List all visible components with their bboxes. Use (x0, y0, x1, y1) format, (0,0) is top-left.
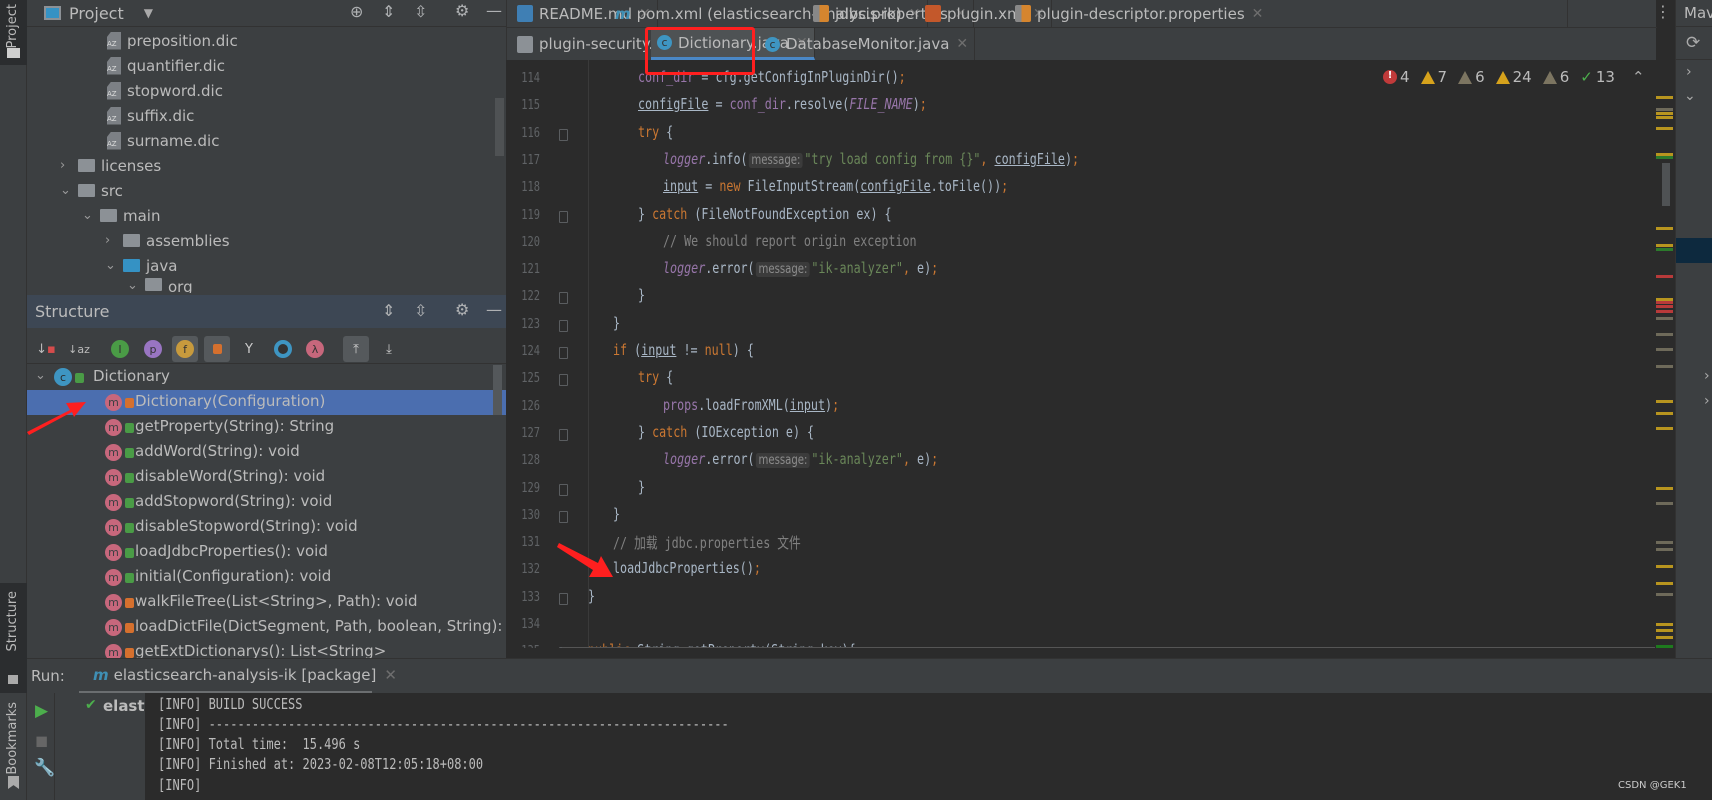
annotation-arrow (27, 402, 86, 435)
annotation-arrow (557, 543, 613, 577)
annotation-arrows (27, 402, 613, 577)
